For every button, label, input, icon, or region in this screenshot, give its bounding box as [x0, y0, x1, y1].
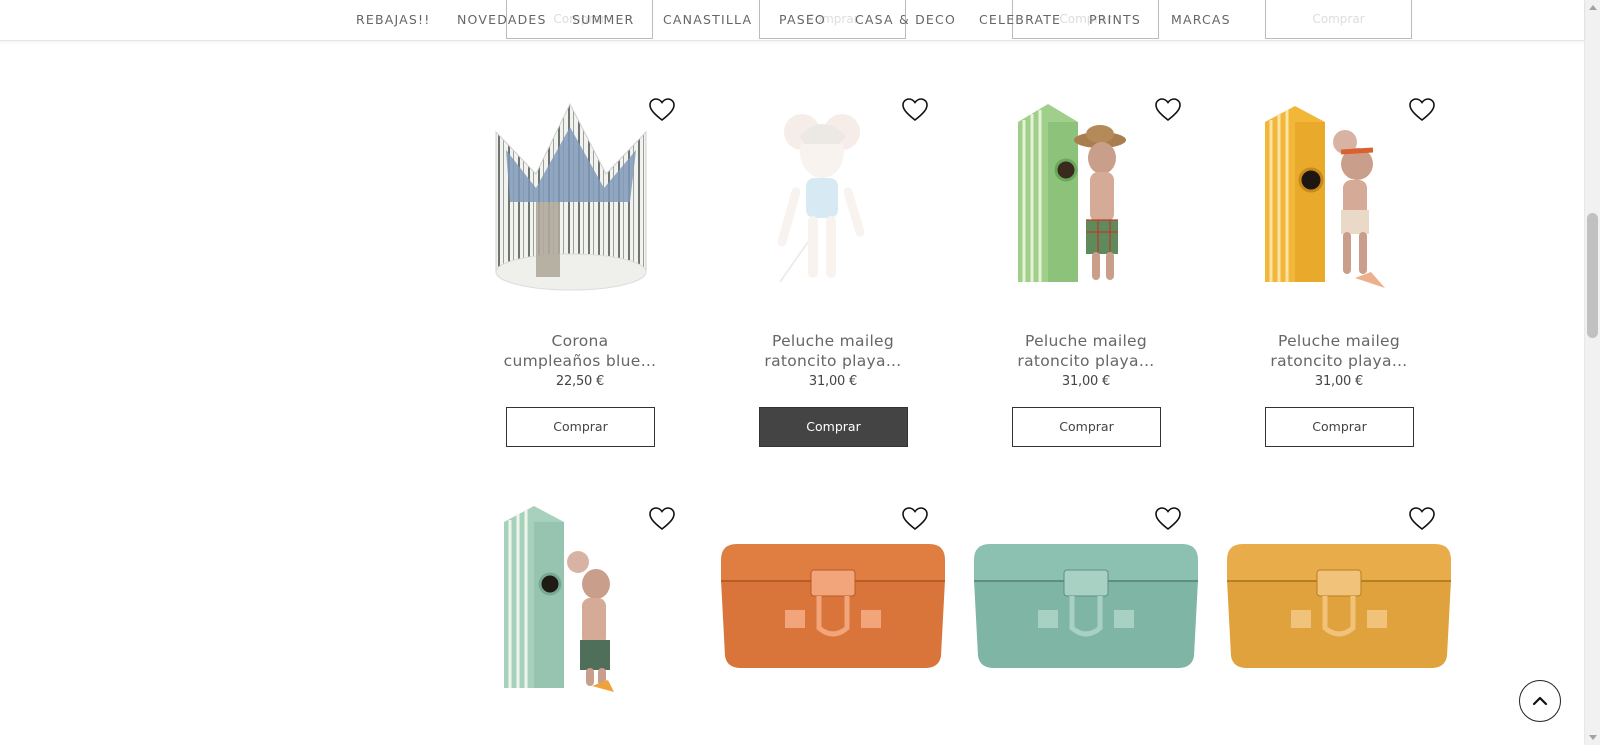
heart-icon[interactable]: [649, 98, 675, 122]
nav-item-canastilla[interactable]: CANASTILLA: [663, 12, 752, 27]
heart-icon[interactable]: [1155, 98, 1181, 122]
nav-item-marcas[interactable]: MARCAS: [1171, 12, 1231, 27]
buy-button[interactable]: Comprar: [1012, 407, 1161, 447]
buy-button[interactable]: Comprar: [506, 407, 655, 447]
product-image-beach-hut-mint[interactable]: [458, 500, 683, 725]
product-image-mouse[interactable]: [710, 92, 935, 317]
nav-item-summer[interactable]: SUMMER: [572, 12, 634, 27]
product-name[interactable]: Peluche maileg ratoncito playa…: [753, 331, 913, 371]
product-price: 31,00 €: [1061, 374, 1111, 389]
product-price: 22,50 €: [555, 374, 605, 389]
product-image-suitcase-ochre[interactable]: [1221, 530, 1457, 680]
chevron-up-icon: [1532, 696, 1548, 706]
nav-item-celebrate[interactable]: CELEBRATE: [979, 12, 1061, 27]
nav-item-rebajas[interactable]: REBAJAS!!: [356, 12, 430, 27]
heart-icon[interactable]: [649, 507, 675, 531]
product-name[interactable]: Corona cumpleaños blue…: [500, 331, 660, 371]
scrollbar[interactable]: [1584, 0, 1600, 745]
nav-item-prints[interactable]: PRINTS: [1089, 12, 1141, 27]
nav-item-novedades[interactable]: NOVEDADES: [457, 12, 547, 27]
product-price: 31,00 €: [808, 374, 858, 389]
product-price: 31,00 €: [1314, 374, 1364, 389]
heart-icon[interactable]: [902, 98, 928, 122]
scroll-down-arrow-icon[interactable]: [1589, 735, 1597, 740]
heart-icon[interactable]: [1155, 507, 1181, 531]
product-image-crown[interactable]: [458, 92, 683, 317]
nav-item-casa-deco[interactable]: CASA & DECO: [855, 12, 956, 27]
buy-button[interactable]: Comprar: [1265, 407, 1414, 447]
top-navigation: Comprar Comprar Comprar Comprar REBAJAS!…: [0, 0, 1584, 41]
heart-icon[interactable]: [902, 507, 928, 531]
buy-button[interactable]: Comprar: [759, 407, 908, 447]
heart-icon[interactable]: [1409, 507, 1435, 531]
nav-item-paseo[interactable]: PASEO: [779, 12, 826, 27]
product-image-beach-hut-yellow[interactable]: [1215, 92, 1440, 317]
scroll-up-arrow-icon[interactable]: [1589, 5, 1597, 10]
back-to-top-button[interactable]: [1519, 680, 1561, 722]
product-image-suitcase-mint[interactable]: [968, 530, 1204, 680]
product-name[interactable]: Peluche maileg ratoncito playa…: [1006, 331, 1166, 371]
product-image-beach-hut-green[interactable]: [962, 92, 1187, 317]
ghost-buy-button[interactable]: Comprar: [1265, 0, 1412, 39]
product-image-suitcase-orange[interactable]: [715, 530, 951, 680]
scrollbar-thumb[interactable]: [1587, 213, 1598, 338]
product-name[interactable]: Peluche maileg ratoncito playa…: [1259, 331, 1419, 371]
heart-icon[interactable]: [1409, 98, 1435, 122]
